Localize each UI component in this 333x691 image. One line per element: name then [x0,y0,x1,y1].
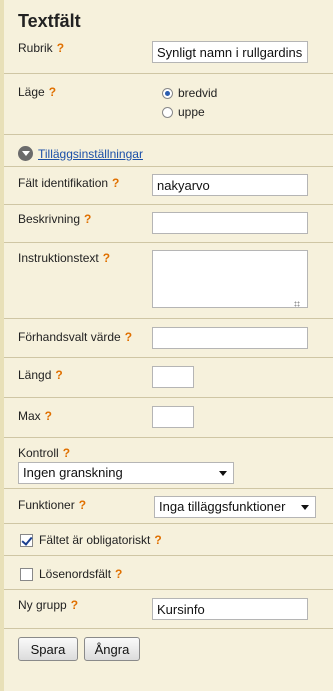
rubrik-label: Rubrik [18,41,53,55]
ny-grupp-input[interactable] [152,598,308,620]
funktioner-help-icon[interactable]: ? [79,498,86,512]
advanced-settings-link[interactable]: Tilläggsinställningar [38,147,143,161]
forhandsvalt-label: Förhandsvalt värde [18,330,121,344]
lage-section: Läge? bredvid uppe [4,74,333,135]
beskrivning-help-icon[interactable]: ? [84,212,91,226]
falt-id-input[interactable] [152,174,308,196]
obligatoriskt-label[interactable]: Fältet är obligatoriskt [39,533,150,547]
advanced-settings-toggle[interactable]: Tilläggsinställningar [4,135,333,167]
rubrik-input[interactable] [152,41,308,63]
losenord-help-icon[interactable]: ? [115,567,122,581]
falt-id-section: Fält identifikation? [4,167,333,205]
instruktion-label: Instruktionstext [18,251,99,265]
beskrivning-label: Beskrivning [18,212,81,226]
max-section: Max? [4,398,333,438]
langd-input[interactable] [152,366,194,388]
save-button[interactable]: Spara [18,637,78,661]
textfield-settings-panel: Textfält Rubrik? Läge? bredvid uppe Till… [4,0,333,691]
max-help-icon[interactable]: ? [45,409,52,423]
langd-section: Längd? [4,358,333,398]
ny-grupp-help-icon[interactable]: ? [71,598,78,612]
funktioner-selected-value: Inga tilläggsfunktioner [159,499,286,514]
langd-label: Längd [18,368,52,382]
rubrik-section: Textfält Rubrik? [4,0,333,74]
lage-option-uppe[interactable]: uppe [162,105,205,119]
instruktion-section: Instruktionstext? [4,243,333,319]
ny-grupp-section: Ny grupp? [4,590,333,629]
lage-option-bredvid[interactable]: bredvid [162,86,217,100]
falt-id-label: Fält identifikation [18,176,109,190]
bredvid-radio[interactable] [162,87,173,99]
button-bar: Spara Ångra [4,629,333,671]
max-label: Max [18,409,41,423]
kontroll-select[interactable]: Ingen granskning [18,462,234,484]
cancel-button[interactable]: Ångra [84,637,140,661]
bredvid-label: bredvid [178,86,218,100]
resize-grip-icon[interactable] [294,301,300,307]
funktioner-select[interactable]: Inga tilläggsfunktioner [154,496,316,518]
chevron-down-icon [301,505,309,510]
forhandsvalt-input[interactable] [152,327,308,349]
instruktion-textarea[interactable] [152,250,308,308]
forhandsvalt-section: Förhandsvalt värde? [4,319,333,358]
kontroll-section: Kontroll? Ingen granskning [4,438,333,489]
lage-help-icon[interactable]: ? [49,85,56,99]
langd-help-icon[interactable]: ? [55,368,62,382]
losenord-checkbox[interactable] [20,568,33,581]
falt-id-help-icon[interactable]: ? [112,176,119,190]
max-input[interactable] [152,406,194,428]
kontroll-label: Kontroll [18,446,59,460]
lage-label: Läge [18,85,45,99]
obligatoriskt-checkbox[interactable] [20,534,33,547]
beskrivning-input[interactable] [152,212,308,234]
rubrik-help-icon[interactable]: ? [57,41,64,55]
uppe-label: uppe [178,105,205,119]
obligatoriskt-help-icon[interactable]: ? [154,533,161,547]
obligatoriskt-section: Fältet är obligatoriskt? [4,524,333,556]
instruktion-help-icon[interactable]: ? [103,251,110,265]
losenord-label[interactable]: Lösenordsfält [39,567,111,581]
ny-grupp-label: Ny grupp [18,598,67,612]
funktioner-section: Funktioner? Inga tilläggsfunktioner [4,489,333,524]
beskrivning-section: Beskrivning? [4,205,333,243]
funktioner-label: Funktioner [18,498,75,512]
kontroll-help-icon[interactable]: ? [63,446,70,460]
uppe-radio[interactable] [162,106,173,118]
kontroll-selected-value: Ingen granskning [23,465,123,480]
forhandsvalt-help-icon[interactable]: ? [125,330,132,344]
panel-title: Textfält [18,11,81,31]
losenord-section: Lösenordsfält? [4,556,333,590]
chevron-down-icon [219,471,227,476]
collapse-chevron-icon[interactable] [18,146,33,161]
